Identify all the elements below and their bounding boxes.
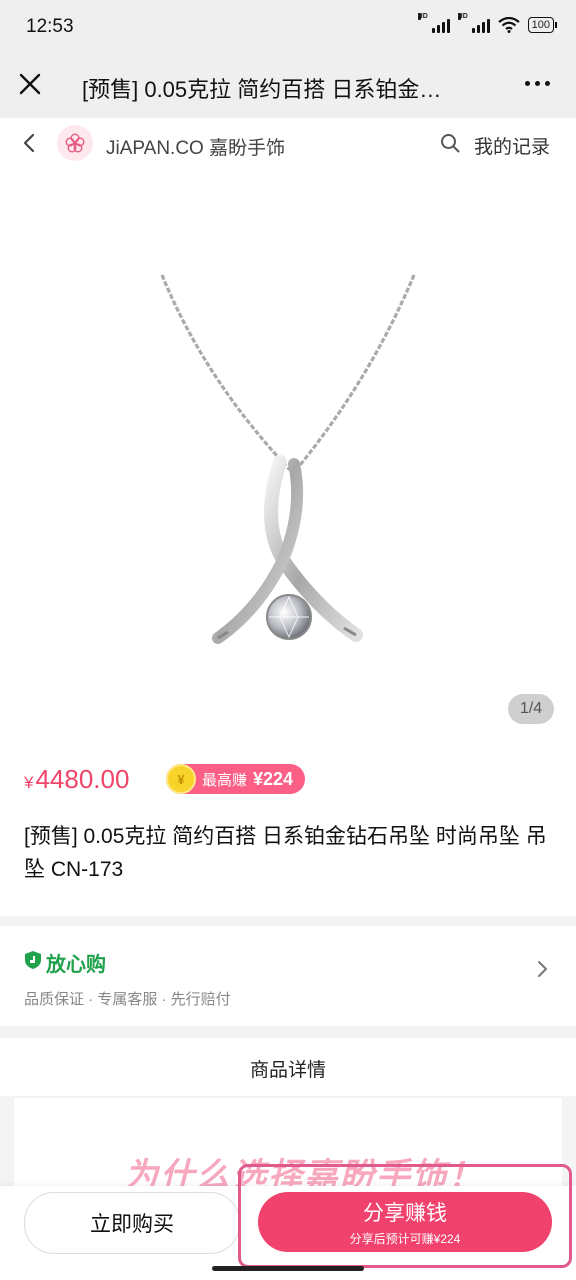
close-icon[interactable] [16, 70, 44, 98]
back-icon[interactable] [20, 133, 38, 153]
highlight-box [238, 1164, 572, 1268]
page-title: [预售] 0.05克拉 简约百搭 日系铂金… [82, 77, 442, 102]
product-title: [预售] 0.05克拉 简约百搭 日系铂金钻石吊坠 时尚吊坠 吊坠 CN-173 [24, 825, 547, 881]
buy-now-button[interactable]: 立即购买 [24, 1192, 240, 1254]
signal-icon: HD [457, 13, 490, 33]
currency-symbol: ¥ [24, 773, 34, 792]
search-icon[interactable] [440, 133, 460, 153]
signal-icon: HD [417, 13, 450, 33]
guarantee-items: 品质保证 · 专属客服 · 先行赔付 [24, 991, 231, 1008]
details-title: 商品详情 [249, 1060, 326, 1081]
guarantee-title: 放心购 [46, 954, 106, 976]
wifi-icon [497, 17, 520, 33]
shield-icon [25, 951, 41, 969]
flower-icon [65, 133, 85, 153]
product-gallery[interactable] [0, 170, 576, 740]
earn-amount: ¥224 [253, 768, 294, 789]
earn-badge: ¥ 最高赚 ¥224 [166, 764, 306, 794]
chevron-right-icon[interactable] [536, 960, 550, 978]
more-icon[interactable] [525, 81, 550, 86]
image-page-indicator: 1/4 [508, 694, 554, 724]
hd-label: HD [417, 13, 428, 20]
product-price: ¥4480.00 [24, 764, 129, 795]
hd-label: HD [457, 13, 468, 20]
home-indicator[interactable] [212, 1266, 364, 1271]
status-time: 12:53 [26, 16, 74, 37]
shop-name[interactable]: JiAPAN.CO 嘉盼手饰 [106, 133, 285, 160]
battery-icon: 100 [527, 17, 558, 33]
earn-label: 最高赚 [202, 771, 248, 789]
coin-icon: ¥ [166, 764, 196, 794]
status-icons: HD HD 100 [417, 13, 558, 33]
necklace-image [160, 274, 416, 644]
shop-logo[interactable] [57, 125, 93, 161]
my-records-link[interactable]: 我的记录 [474, 132, 550, 159]
price-value: 4480.00 [35, 764, 130, 794]
